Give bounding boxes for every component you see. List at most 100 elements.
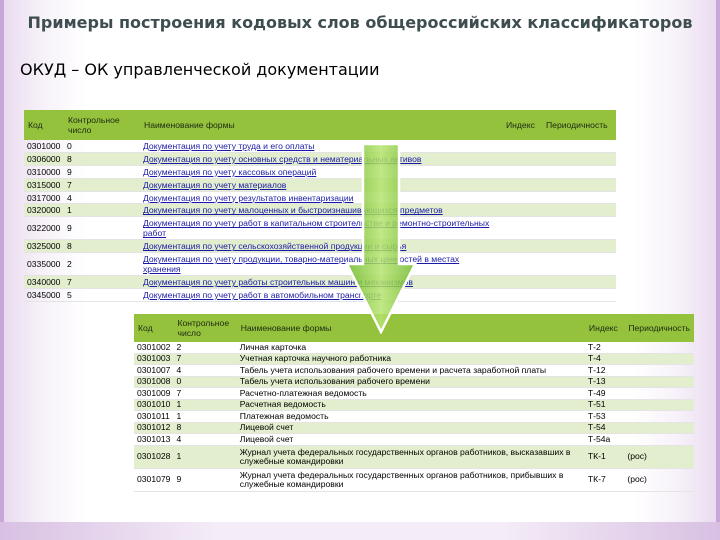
cell-code: 0340000 bbox=[24, 275, 64, 290]
cell-period bbox=[624, 387, 694, 400]
cell-form-name: Учетная карточка научного работника bbox=[236, 353, 585, 365]
cell-check: 7 bbox=[173, 387, 237, 400]
cell-code: 0301028 bbox=[134, 445, 174, 469]
cell-index: ТК-7 bbox=[584, 468, 625, 492]
cell-form-name: Расчетная ведомость bbox=[236, 399, 585, 411]
table-row: 0301013 4 Лицевой счет Т-54а bbox=[134, 433, 694, 446]
cell-check: 5 bbox=[64, 288, 140, 303]
form-link[interactable]: Документация по учету результатов инвент… bbox=[140, 191, 502, 205]
cell-code: 0322000 bbox=[24, 216, 64, 241]
cell-code: 0301007 bbox=[134, 364, 174, 377]
table-row: 0301008 0 Табель учета использования рабоч… bbox=[134, 376, 694, 388]
table-row: 0301079 9 Журнал учета федеральных государ… bbox=[134, 468, 694, 492]
header-check-number: Контрольное число bbox=[173, 314, 237, 342]
cell-code: 0345000 bbox=[24, 288, 64, 303]
table-row: 0335000 2 Документация по учету продукции,… bbox=[24, 252, 616, 277]
form-link[interactable]: Документация по учету сельскохозяйственн… bbox=[140, 239, 502, 254]
cell-form-name: Журнал учета федеральных государственных… bbox=[236, 468, 585, 492]
cell-check: 4 bbox=[64, 191, 140, 205]
header-code: Код bbox=[134, 314, 174, 342]
header-index: Индекс bbox=[584, 314, 625, 342]
form-link[interactable]: Документация по учету работ в капитально… bbox=[140, 216, 502, 241]
cell-check: 8 bbox=[64, 152, 140, 166]
form-link[interactable]: Документация по учету работы строительны… bbox=[140, 275, 502, 290]
cell-form-name: Платежная ведомость bbox=[236, 410, 585, 423]
table-row: 0317000 4 Документация по учету результато… bbox=[24, 191, 616, 205]
table-row: 0301002 2 Личная карточка Т-2 bbox=[134, 342, 694, 354]
cell-index: Т-53 bbox=[584, 410, 625, 423]
cell-period bbox=[624, 410, 694, 423]
table-row: 0310000 9 Документация по учету кассовых о… bbox=[24, 165, 616, 179]
table-row: 0301000 0 Документация по учету труда и ег… bbox=[24, 140, 616, 153]
cell-check: 4 bbox=[173, 433, 237, 446]
table-row: 0306000 8 Документация по учету основных с… bbox=[24, 152, 616, 166]
cell-check: 0 bbox=[173, 376, 237, 388]
cell-code: 0306000 bbox=[24, 152, 64, 166]
header-code: Код bbox=[24, 110, 64, 140]
cell-code: 0335000 bbox=[24, 252, 64, 277]
table-row: 0301007 4 Табель учета использования рабоч… bbox=[134, 364, 694, 377]
cell-check: 2 bbox=[173, 342, 237, 354]
cell-period bbox=[624, 342, 694, 354]
cell-period bbox=[624, 433, 694, 446]
cell-code: 0301002 bbox=[134, 342, 174, 354]
cell-code: 0310000 bbox=[24, 165, 64, 179]
bottom-decor-bar bbox=[0, 522, 720, 540]
header-periodicity: Периодичность bbox=[542, 110, 616, 140]
cell-check: 9 bbox=[64, 216, 140, 241]
cell-code: 0301079 bbox=[134, 468, 174, 492]
cell-check: 7 bbox=[64, 178, 140, 192]
cell-index: Т-51 bbox=[584, 399, 625, 411]
table-row: 0301012 8 Лицевой счет Т-54 bbox=[134, 422, 694, 434]
form-link[interactable]: Документация по учету работ в автомобиль… bbox=[140, 288, 502, 303]
table-row: 0315000 7 Документация по учету материалов bbox=[24, 178, 616, 192]
cell-code: 0301008 bbox=[134, 376, 174, 388]
cell-form-name: Лицевой счет bbox=[236, 422, 585, 434]
cell-period: (рос) bbox=[624, 468, 694, 492]
cell-code: 0320000 bbox=[24, 203, 64, 218]
table-row: 0301010 1 Расчетная ведомость Т-51 bbox=[134, 399, 694, 411]
cell-form-name: Журнал учета федеральных государственных… bbox=[236, 445, 585, 469]
header-check-number: Контрольное число bbox=[64, 110, 140, 140]
table-header-row: Код Контрольное число Наименование формы… bbox=[24, 110, 616, 140]
cell-period bbox=[624, 376, 694, 388]
cell-form-name: Табель учета использования рабочего врем… bbox=[236, 376, 585, 388]
form-link[interactable]: Документация по учету продукции, товарно… bbox=[140, 252, 502, 277]
cell-code: 0301009 bbox=[134, 387, 174, 400]
cell-check: 7 bbox=[173, 353, 237, 365]
table-row: 0320000 1 Документация по учету малоценных… bbox=[24, 203, 616, 218]
slide-subtitle: ОКУД – ОК управленческой документации bbox=[20, 60, 380, 79]
cell-code: 0301011 bbox=[134, 410, 174, 423]
cell-form-name: Лицевой счет bbox=[236, 433, 585, 446]
form-link[interactable]: Документация по учету основных средств и… bbox=[140, 152, 502, 166]
okud-forms-table: Код Контрольное число Наименование формы… bbox=[134, 314, 694, 492]
cell-check: 1 bbox=[173, 399, 237, 411]
table-row: 0301011 1 Платежная ведомость Т-53 bbox=[134, 410, 694, 423]
cell-index: Т-54 bbox=[584, 422, 625, 434]
cell-code: 0301003 bbox=[134, 353, 174, 365]
cell-check: 4 bbox=[173, 364, 237, 377]
cell-check: 2 bbox=[64, 252, 140, 277]
cell-period bbox=[624, 353, 694, 365]
cell-form-name: Табель учета использования рабочего врем… bbox=[236, 364, 585, 377]
cell-check: 1 bbox=[64, 203, 140, 218]
okud-groups-table: Код Контрольное число Наименование формы… bbox=[24, 110, 616, 303]
table-row: 0345000 5 Документация по учету работ в ав… bbox=[24, 288, 616, 303]
cell-code: 0301012 bbox=[134, 422, 174, 434]
cell-form-name: Личная карточка bbox=[236, 342, 585, 354]
form-link[interactable]: Документация по учету материалов bbox=[140, 178, 502, 192]
form-link[interactable]: Документация по учету малоценных и быстр… bbox=[140, 203, 502, 218]
cell-code: 0317000 bbox=[24, 191, 64, 205]
down-arrow-icon bbox=[345, 144, 417, 334]
cell-code: 0301000 bbox=[24, 140, 64, 153]
form-link[interactable]: Документация по учету труда и его оплаты bbox=[140, 140, 502, 153]
form-link[interactable]: Документация по учету кассовых операций bbox=[140, 165, 502, 179]
header-form-name: Наименование формы bbox=[140, 110, 502, 140]
cell-code: 0301013 bbox=[134, 433, 174, 446]
table-row: 0301028 1 Журнал учета федеральных государ… bbox=[134, 445, 694, 469]
cell-index: Т-49 bbox=[584, 387, 625, 400]
cell-check: 9 bbox=[173, 468, 237, 492]
cell-index: Т-2 bbox=[584, 342, 625, 354]
cell-index: Т-4 bbox=[584, 353, 625, 365]
cell-index: Т-54а bbox=[584, 433, 625, 446]
